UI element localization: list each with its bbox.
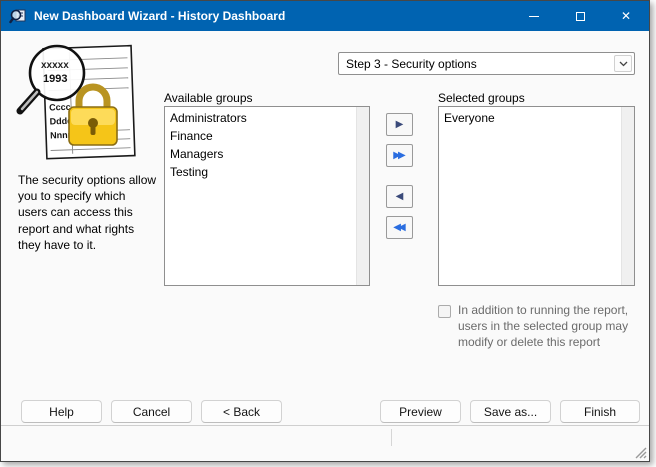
maximize-button[interactable] xyxy=(557,1,603,31)
screenshot-stage: New Dashboard Wizard - History Dashboard… xyxy=(0,0,656,467)
window-title: New Dashboard Wizard - History Dashboard xyxy=(34,9,286,23)
resize-grip[interactable] xyxy=(634,446,647,459)
available-groups-label: Available groups xyxy=(164,91,253,105)
step-combobox[interactable]: Step 3 - Security options xyxy=(338,52,635,75)
selected-groups-list[interactable]: Everyone xyxy=(438,106,635,286)
modify-rights-checkbox-label: In addition to running the report, users… xyxy=(458,303,629,349)
modify-rights-checkbox-row: In addition to running the report, users… xyxy=(438,303,646,350)
minimize-icon xyxy=(529,15,539,17)
combobox-dropdown-button[interactable] xyxy=(614,55,632,72)
maximize-icon xyxy=(575,11,585,21)
double-arrow-right-icon: ▶▶ xyxy=(393,149,406,161)
list-item[interactable]: Finance xyxy=(165,127,356,145)
finish-button[interactable]: Finish xyxy=(560,400,640,423)
list-item[interactable]: Managers xyxy=(165,145,356,163)
double-arrow-left-icon: ◀◀ xyxy=(393,221,406,233)
save-as-button[interactable]: Save as... xyxy=(470,400,551,423)
titlebar: New Dashboard Wizard - History Dashboard… xyxy=(1,1,649,31)
minimize-button[interactable] xyxy=(511,1,557,31)
close-button[interactable]: ✕ xyxy=(603,1,649,31)
app-icon xyxy=(9,9,26,24)
illustration-graphic: Cccc... Dddd... Nnnn... xxxxx 1993 xyxy=(16,44,136,160)
list-item[interactable]: Testing xyxy=(165,163,356,181)
list-item[interactable]: Everyone xyxy=(439,109,621,127)
step-combobox-value: Step 3 - Security options xyxy=(346,56,477,71)
selected-groups-scrollbar[interactable] xyxy=(621,107,634,285)
status-bar xyxy=(1,425,649,461)
selected-groups-label: Selected groups xyxy=(438,91,525,105)
move-left-button[interactable]: ◀ xyxy=(386,185,413,208)
available-groups-list[interactable]: Administrators Finance Managers Testing xyxy=(164,106,370,286)
help-button[interactable]: Help xyxy=(21,400,102,423)
magnifier-text-2: 1993 xyxy=(43,73,67,85)
step-description: The security options allow you to specif… xyxy=(18,173,157,252)
available-groups-items: Administrators Finance Managers Testing xyxy=(165,107,356,285)
list-item[interactable]: Administrators xyxy=(165,109,356,127)
close-icon: ✕ xyxy=(620,9,632,23)
move-all-right-button[interactable]: ▶▶ xyxy=(386,144,413,167)
arrow-right-icon: ▶ xyxy=(395,118,404,130)
modify-rights-checkbox[interactable] xyxy=(438,305,451,318)
move-right-button[interactable]: ▶ xyxy=(386,113,413,136)
chevron-down-icon xyxy=(619,61,627,66)
report-security-illustration: Cccc... Dddd... Nnnn... xxxxx 1993 xyxy=(13,43,153,169)
arrow-left-icon: ◀ xyxy=(395,190,404,202)
available-groups-scrollbar[interactable] xyxy=(356,107,369,285)
magnifier-text-1: xxxxx xyxy=(41,60,69,71)
move-all-left-button[interactable]: ◀◀ xyxy=(386,216,413,239)
window-controls: ✕ xyxy=(511,1,649,31)
cancel-button[interactable]: Cancel xyxy=(111,400,192,423)
dialog-window: New Dashboard Wizard - History Dashboard… xyxy=(0,0,650,462)
status-bar-separator xyxy=(391,429,392,446)
back-button[interactable]: < Back xyxy=(201,400,282,423)
selected-groups-items: Everyone xyxy=(439,107,621,285)
preview-button[interactable]: Preview xyxy=(380,400,461,423)
